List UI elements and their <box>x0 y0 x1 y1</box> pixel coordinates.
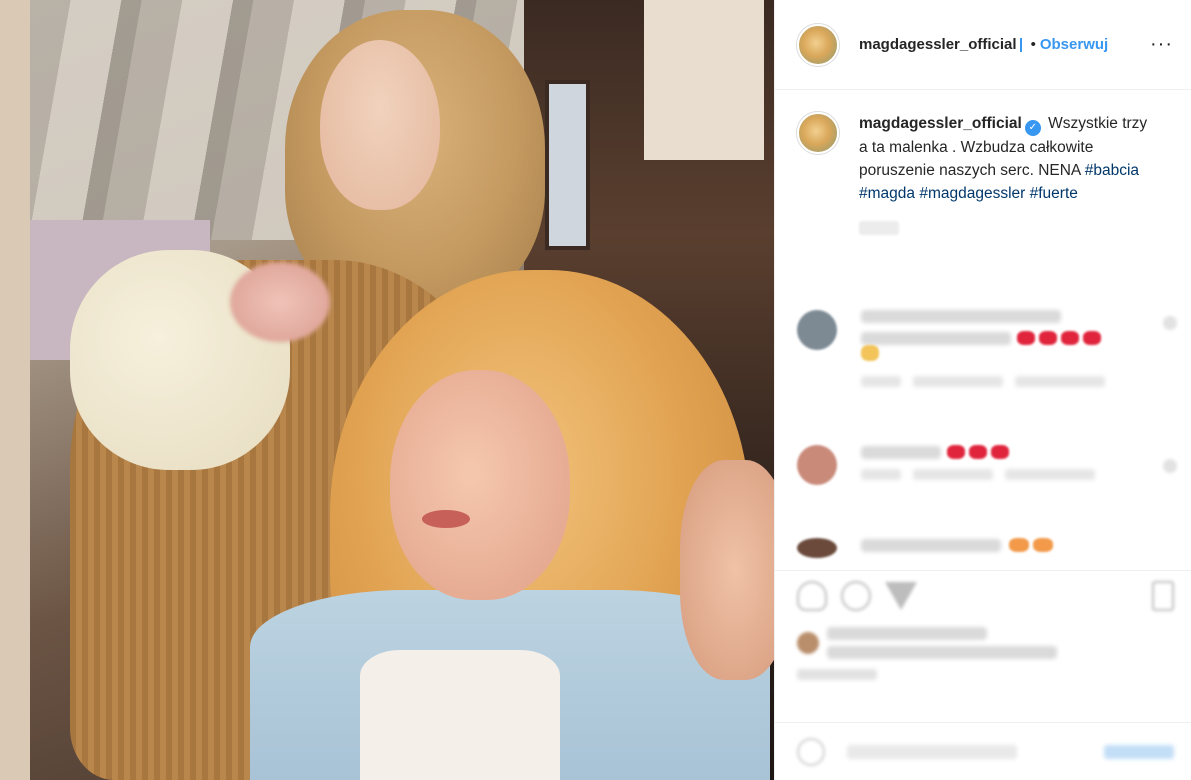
post-caption: magdagessler_official ✓ Wszystkie trzy a … <box>775 90 1191 235</box>
comment-time-blurred <box>861 376 901 387</box>
action-row <box>797 581 1174 611</box>
fire-emoji <box>1009 538 1029 552</box>
comment-line <box>861 331 1177 345</box>
heart-emoji <box>1061 331 1079 345</box>
instagram-post-view: magdagessler_official • Obserwuj ··· mag… <box>0 0 1191 780</box>
save-icon[interactable] <box>1152 581 1174 611</box>
comment-time-blurred <box>861 469 901 480</box>
hashtag-link[interactable]: #magda <box>859 185 915 202</box>
comment-likes-blurred[interactable] <box>913 469 993 480</box>
heart-emoji <box>1083 331 1101 345</box>
comment-text-blurred <box>861 538 1001 552</box>
post-header: magdagessler_official • Obserwuj ··· <box>775 0 1191 90</box>
comment-meta <box>861 376 1177 387</box>
heart-icon[interactable] <box>797 581 827 611</box>
comment-meta <box>861 469 1177 480</box>
heart-emoji <box>1017 331 1035 345</box>
verified-icon: ✓ <box>1024 120 1041 136</box>
comment-icon[interactable] <box>841 581 871 611</box>
commenter-avatar[interactable] <box>797 538 837 558</box>
post-photo[interactable] <box>30 0 774 780</box>
verified-icon <box>1019 37 1028 52</box>
hashtag-link[interactable]: #babcia <box>1085 162 1139 179</box>
likes-line-blurred <box>827 627 987 640</box>
photo-woman-face <box>390 370 570 600</box>
photo-baby-face-blurred <box>230 262 330 342</box>
clap-emoji <box>861 345 879 361</box>
post-date-blurred <box>797 669 877 680</box>
caption-username[interactable]: magdagessler_official <box>859 115 1022 132</box>
comment-input-blurred[interactable] <box>847 744 1017 759</box>
comment-item <box>797 538 1177 558</box>
emoji-icon[interactable] <box>797 737 825 766</box>
reply-button-blurred[interactable] <box>1005 469 1095 480</box>
follow-button[interactable]: Obserwuj <box>1040 36 1108 53</box>
photo-hand <box>680 460 774 680</box>
fire-emoji <box>1033 538 1053 552</box>
photo-blouse <box>360 650 560 780</box>
likes-text-blurred[interactable] <box>827 627 1057 659</box>
heart-emoji <box>1039 331 1057 345</box>
header-username[interactable]: magdagessler_official <box>859 36 1017 53</box>
heart-emoji <box>947 445 965 459</box>
comment-body <box>861 538 1177 558</box>
comment-body <box>861 445 1177 485</box>
heart-emoji <box>969 445 987 459</box>
caption-body: magdagessler_official ✓ Wszystkie trzy a … <box>859 112 1159 235</box>
background-strip <box>0 0 30 780</box>
comment-heart-icon[interactable] <box>1163 459 1177 473</box>
commenter-avatar[interactable] <box>797 445 837 485</box>
commenter-avatar[interactable] <box>797 310 837 350</box>
hashtag-link[interactable]: #fuerte <box>1030 185 1078 202</box>
reply-button-blurred[interactable] <box>1015 376 1105 387</box>
photo-lamp <box>644 0 764 160</box>
comment-line <box>861 538 1177 552</box>
share-icon[interactable] <box>885 582 917 610</box>
author-avatar[interactable] <box>797 23 839 66</box>
post-comment-button-blurred[interactable] <box>1104 744 1174 759</box>
post-sidebar: magdagessler_official • Obserwuj ··· mag… <box>774 0 1191 780</box>
comment-line <box>861 445 1177 459</box>
heart-emoji <box>991 445 1009 459</box>
comment-text-blurred <box>861 310 1061 323</box>
hashtag-link[interactable]: #magdagessler <box>919 185 1025 202</box>
comment-text-blurred <box>861 331 1011 345</box>
likes-line-blurred <box>827 646 1057 659</box>
comment-heart-icon[interactable] <box>1163 316 1177 330</box>
liker-avatar[interactable] <box>797 632 819 654</box>
caption-avatar[interactable] <box>797 112 839 154</box>
photo-window <box>545 80 590 250</box>
comment-body <box>861 310 1177 387</box>
photo-lips <box>422 510 470 528</box>
comment-item <box>797 445 1177 485</box>
likes-summary <box>797 627 1174 659</box>
caption-timestamp-blurred <box>859 221 899 235</box>
comment-item <box>797 310 1177 387</box>
comment-likes-blurred[interactable] <box>913 376 1003 387</box>
header-separator: • <box>1030 36 1036 53</box>
more-icon[interactable]: ··· <box>1150 33 1173 56</box>
comment-text-blurred <box>861 445 941 459</box>
add-comment-bar <box>775 722 1191 780</box>
post-actions <box>775 570 1191 720</box>
photo-young-woman-face <box>320 40 440 210</box>
